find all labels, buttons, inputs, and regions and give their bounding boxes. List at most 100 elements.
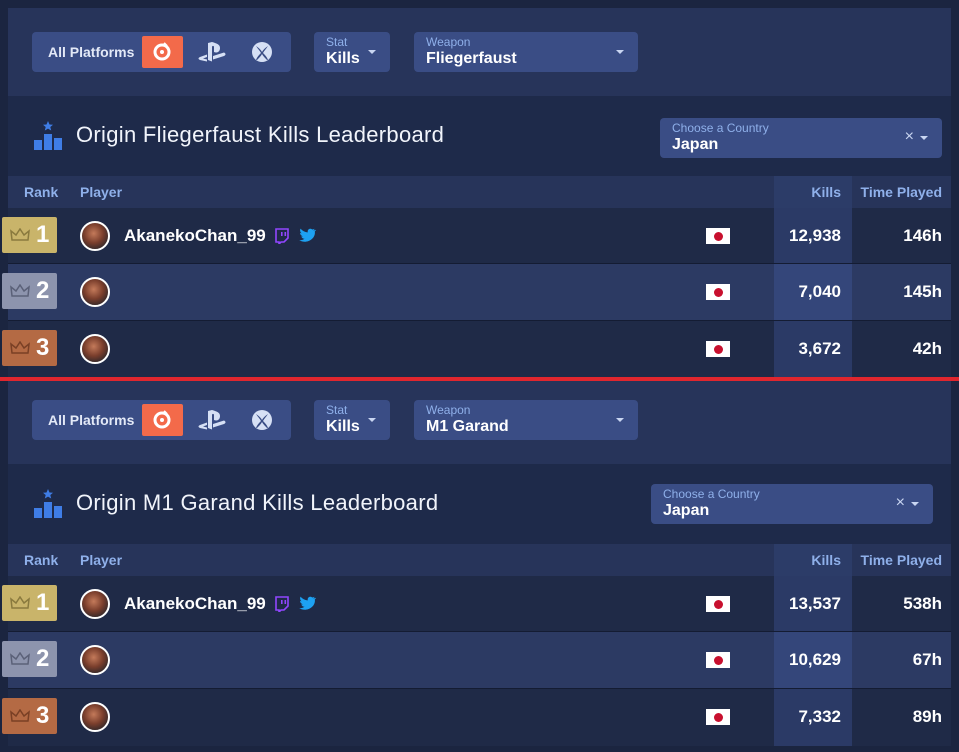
xbox-icon xyxy=(252,42,273,62)
playstation-icon xyxy=(198,410,226,430)
crown-icon xyxy=(10,341,30,354)
time-played-value: 145h xyxy=(903,282,942,301)
time-played-value: 538h xyxy=(903,594,942,613)
avatar[interactable] xyxy=(80,221,110,251)
rank-badge-bronze: 3 xyxy=(2,698,57,734)
table-row[interactable]: 2 10,629 67h xyxy=(2,632,951,689)
origin-icon xyxy=(153,410,171,429)
leaderboard-panel-2: All Platforms Stat Kills Weapon M1 Garan… xyxy=(2,376,951,752)
avatar[interactable] xyxy=(80,334,110,364)
xbox-platform-button[interactable] xyxy=(241,404,283,436)
player-name[interactable]: AkanekoChan_99 xyxy=(124,594,266,614)
twitch-icon[interactable] xyxy=(274,596,290,612)
avatar[interactable] xyxy=(80,702,110,732)
kills-value: 3,672 xyxy=(798,339,841,358)
player-name[interactable]: AkanekoChan_99 xyxy=(124,226,266,246)
board-header: Origin M1 Garand Kills Leaderboard Choos… xyxy=(8,464,951,544)
kills-column-header[interactable]: Kills xyxy=(811,184,841,200)
time-played-column-header[interactable]: Time Played xyxy=(861,552,942,568)
kills-value: 10,629 xyxy=(789,650,841,669)
filter-bar: All Platforms Stat Kills Weapon Fliegerf… xyxy=(8,8,951,96)
xbox-platform-button[interactable] xyxy=(241,36,283,68)
crown-icon xyxy=(10,596,30,609)
clear-icon[interactable]: × xyxy=(896,494,905,512)
all-platforms-button[interactable]: All Platforms xyxy=(32,44,142,60)
player-column-header[interactable]: Player xyxy=(80,184,122,200)
rank-badge-gold: 1 xyxy=(2,217,57,253)
japan-flag-icon xyxy=(706,652,730,668)
rank-column-header[interactable]: Rank xyxy=(24,552,58,568)
weapon-label: Weapon xyxy=(426,35,471,49)
rank-number: 3 xyxy=(36,334,50,361)
time-played-value: 89h xyxy=(912,707,942,726)
country-label: Choose a Country xyxy=(663,487,760,501)
time-played-column-header[interactable]: Time Played xyxy=(861,184,942,200)
country-value: Japan xyxy=(663,502,710,519)
rank-badge-bronze: 3 xyxy=(2,330,57,366)
country-dropdown[interactable]: Choose a Country Japan × xyxy=(651,484,933,524)
japan-flag-icon xyxy=(706,596,730,612)
platform-selector: All Platforms xyxy=(32,32,291,72)
kills-column-header[interactable]: Kills xyxy=(811,552,841,568)
chevron-down-icon xyxy=(616,50,624,54)
table-row[interactable]: 2 7,040 145h xyxy=(2,264,951,321)
weapon-value: Fliegerfaust xyxy=(426,50,517,67)
twitter-icon[interactable] xyxy=(299,596,316,611)
kills-value: 12,938 xyxy=(789,226,841,245)
playstation-platform-button[interactable] xyxy=(191,404,233,436)
crown-icon xyxy=(10,284,30,297)
origin-platform-button[interactable] xyxy=(141,404,184,436)
all-platforms-button[interactable]: All Platforms xyxy=(32,412,142,428)
country-label: Choose a Country xyxy=(672,121,769,135)
table-header: Rank Player Kills Time Played xyxy=(8,544,951,576)
table-row[interactable]: 3 3,672 42h xyxy=(2,321,951,377)
japan-flag-icon xyxy=(706,341,730,357)
country-dropdown[interactable]: Choose a Country Japan × xyxy=(660,118,942,158)
kills-value: 7,332 xyxy=(798,707,841,726)
chevron-down-icon xyxy=(911,502,919,506)
japan-flag-icon xyxy=(706,284,730,300)
avatar[interactable] xyxy=(80,645,110,675)
time-played-value: 67h xyxy=(912,650,942,669)
country-value: Japan xyxy=(672,136,719,153)
table-row[interactable]: 3 7,332 89h xyxy=(2,689,951,746)
playstation-platform-button[interactable] xyxy=(191,36,233,68)
filter-bar: All Platforms Stat Kills Weapon M1 Garan… xyxy=(8,381,951,464)
avatar[interactable] xyxy=(80,589,110,619)
leaderboard-title: Origin Fliegerfaust Kills Leaderboard xyxy=(76,122,445,147)
table-header: Rank Player Kills Time Played xyxy=(8,176,951,208)
playstation-icon xyxy=(198,42,226,62)
kills-value: 7,040 xyxy=(798,282,841,301)
rank-badge-gold: 1 xyxy=(2,585,57,621)
rank-number: 2 xyxy=(36,277,50,304)
stat-dropdown[interactable]: Stat Kills xyxy=(314,32,390,72)
leaderboard-title: Origin M1 Garand Kills Leaderboard xyxy=(76,490,439,515)
player-column-header[interactable]: Player xyxy=(80,552,122,568)
origin-platform-button[interactable] xyxy=(141,36,184,68)
weapon-dropdown[interactable]: Weapon Fliegerfaust xyxy=(414,32,638,72)
clear-icon[interactable]: × xyxy=(905,128,914,146)
chevron-down-icon xyxy=(616,418,624,422)
avatar[interactable] xyxy=(80,277,110,307)
chevron-down-icon xyxy=(368,418,376,422)
rank-column-header[interactable]: Rank xyxy=(24,184,58,200)
crown-icon xyxy=(10,709,30,722)
podium-icon xyxy=(34,489,62,518)
leaderboard-panel-1: All Platforms Stat Kills Weapon Fliegerf… xyxy=(2,8,951,378)
stat-label: Stat xyxy=(326,35,348,49)
twitter-icon[interactable] xyxy=(299,228,316,243)
weapon-dropdown[interactable]: Weapon M1 Garand xyxy=(414,400,638,440)
board-header: Origin Fliegerfaust Kills Leaderboard Ch… xyxy=(8,96,951,176)
crown-icon xyxy=(10,228,30,241)
weapon-label: Weapon xyxy=(426,403,471,417)
stat-dropdown[interactable]: Stat Kills xyxy=(314,400,390,440)
twitch-icon[interactable] xyxy=(274,228,290,244)
table-row[interactable]: 1 AkanekoChan_99 13,537 538h xyxy=(2,576,951,632)
chevron-down-icon xyxy=(368,50,376,54)
chevron-down-icon xyxy=(920,136,928,140)
table-row[interactable]: 1 AkanekoChan_99 12,938 146h xyxy=(2,208,951,264)
rank-number: 2 xyxy=(36,645,50,672)
stat-label: Stat xyxy=(326,403,348,417)
japan-flag-icon xyxy=(706,228,730,244)
rank-badge-silver: 2 xyxy=(2,641,57,677)
